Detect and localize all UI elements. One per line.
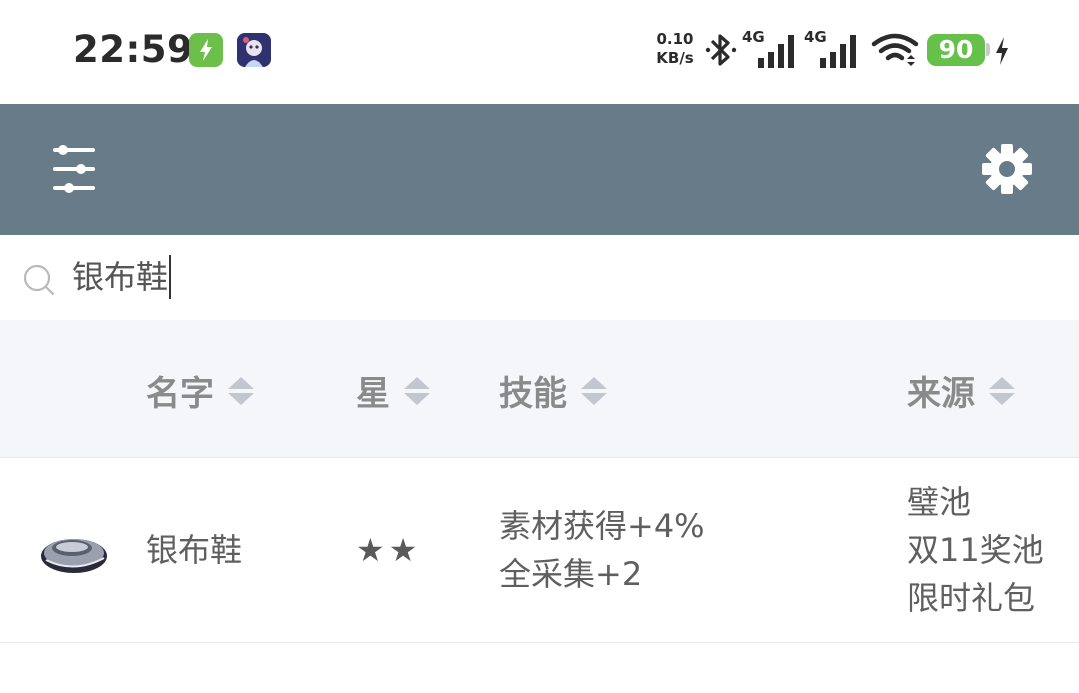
sort-icon — [581, 376, 607, 405]
signal-icon: 4G — [804, 28, 862, 68]
sort-icon — [989, 376, 1015, 405]
cell-stars: ★★ — [356, 531, 422, 569]
sort-icon — [228, 376, 254, 405]
column-header-source[interactable]: 来源 — [907, 366, 1015, 415]
table-header: 名字 星 技能 来源 — [0, 320, 1079, 458]
silver-shoe-icon — [41, 539, 107, 573]
status-time: 22:59 — [73, 28, 194, 71]
settings-button[interactable] — [978, 140, 1036, 198]
network-speed: 0.10 KB/s — [650, 30, 700, 68]
source-text: 双11奖池 — [907, 531, 1044, 569]
signal-icon: 4G — [742, 28, 800, 68]
game-app-icon — [237, 33, 271, 67]
bolt-app-icon — [189, 33, 223, 67]
column-header-skills[interactable]: 技能 — [499, 366, 607, 415]
network-speed-unit: KB/s — [656, 49, 694, 67]
column-header-name[interactable]: 名字 — [146, 366, 254, 415]
wifi-icon — [871, 33, 919, 66]
search-icon — [23, 264, 55, 296]
search-input[interactable]: 银布鞋 — [72, 255, 172, 299]
column-header-stars[interactable]: 星 — [356, 366, 430, 415]
column-header-label: 技能 — [499, 374, 567, 414]
search-input-value: 银布鞋 — [72, 258, 169, 296]
filter-sliders-icon — [53, 145, 95, 193]
gear-icon — [982, 144, 1032, 194]
bluetooth-icon — [705, 34, 737, 66]
app-bar — [0, 104, 1079, 235]
column-header-label: 星 — [356, 374, 390, 414]
battery-nub — [986, 43, 990, 56]
battery-level: 90 — [938, 35, 974, 64]
source-text: 限时礼包 — [907, 579, 1036, 617]
filter-button[interactable] — [47, 138, 101, 200]
battery-icon: 90 — [927, 34, 985, 66]
skill-text: 全采集+2 — [499, 555, 643, 593]
column-header-label: 来源 — [907, 374, 975, 414]
cell-skills: 素材获得+4% 全采集+2 — [499, 502, 705, 598]
table-row[interactable]: 银布鞋 ★★ 素材获得+4% 全采集+2 璧池 双11奖池 限时礼包 — [0, 458, 1079, 643]
network-speed-value: 0.10 — [656, 30, 694, 48]
cell-name: 银布鞋 — [146, 531, 243, 569]
source-text: 璧池 — [907, 483, 972, 521]
sort-icon — [404, 376, 430, 405]
text-cursor — [169, 255, 172, 299]
search-bar: 银布鞋 — [0, 235, 1079, 320]
status-bar: 22:59 0.10 KB/s 4G 4G 90 — [0, 0, 1079, 104]
cell-source: 璧池 双11奖池 限时礼包 — [907, 478, 1044, 622]
charging-icon — [996, 37, 1008, 65]
column-header-label: 名字 — [146, 374, 214, 414]
skill-text: 素材获得+4% — [499, 507, 705, 545]
